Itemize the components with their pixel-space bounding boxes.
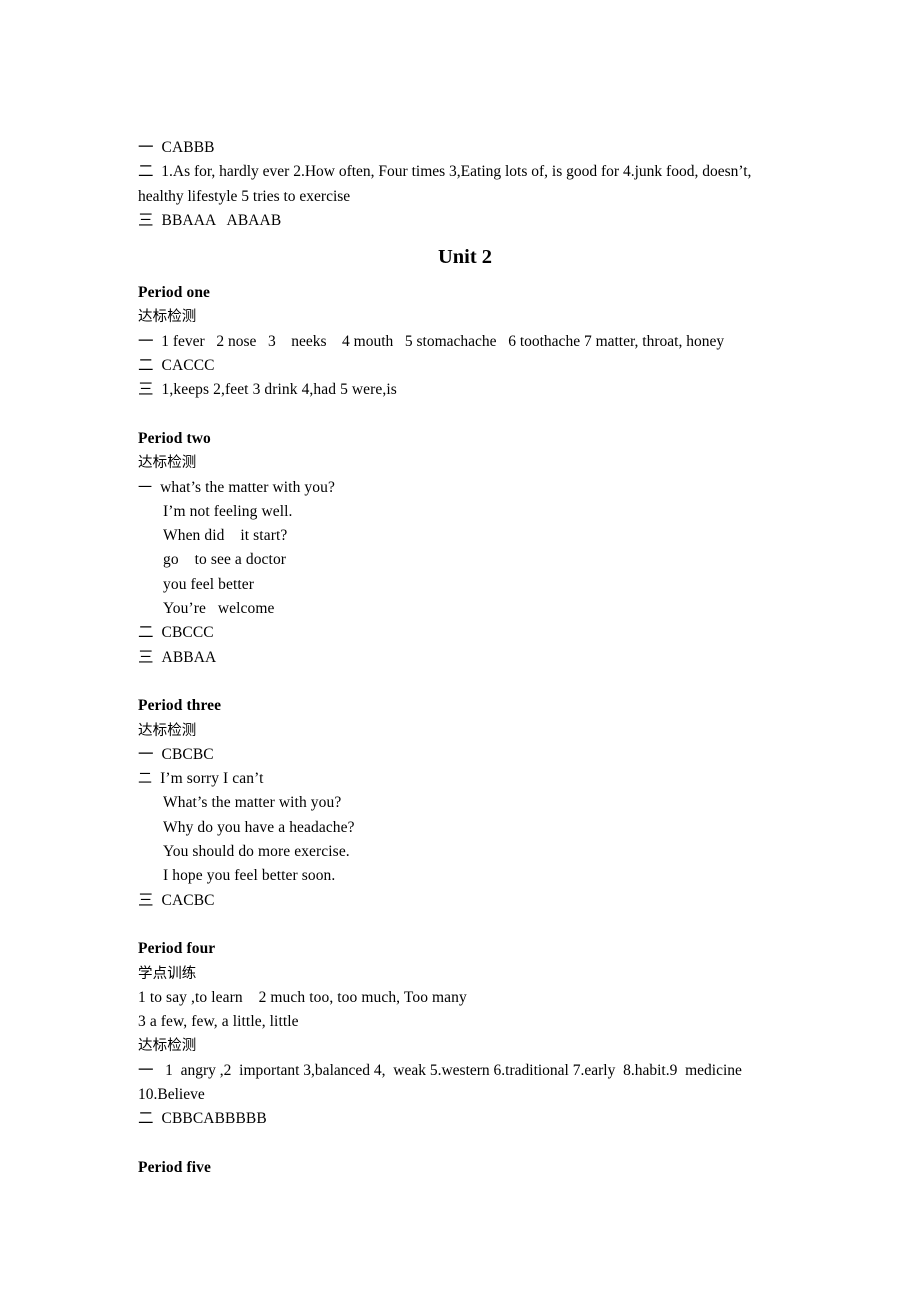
period-one-answer-line-3: 三 1,keeps 2,feet 3 drink 4,had 5 were,is (138, 381, 397, 399)
period-two-answer-line-4: go to see a doctor (163, 551, 287, 569)
period-two-answer-line-7: 二 CBCCC (138, 624, 214, 642)
period-one-subheading: 达标检测 (138, 309, 197, 326)
period-two-heading: Period two (138, 429, 211, 447)
page-title: Unit 2 (437, 246, 493, 269)
period-two-answer-line-5: you feel better (163, 575, 255, 593)
period-four-answer-line-2: 二 CBBCABBBBB (138, 1110, 267, 1128)
list-marker-two: 二 (138, 771, 153, 788)
document-content: 一 CABBB 二 1.As for, hardly ever 2.How of… (138, 136, 788, 1180)
period-three-heading: Period three (138, 697, 222, 715)
period-two-answer-line-8: 三 ABBAA (138, 648, 217, 666)
period-two-answer-line-1: 一 what’s the matter with you? (138, 476, 788, 500)
period-four-practice-line-2: 3 a few, few, a little, little (138, 1013, 299, 1031)
period-three-answer-line-4: Why do you have a headache? (163, 818, 355, 836)
period-three-answer-line-7: 三 CACBC (138, 891, 215, 909)
period-one-heading: Period one (138, 284, 211, 302)
period-four-subheading-a: 学点训练 (138, 965, 197, 982)
period-two-subheading: 达标检测 (138, 455, 197, 472)
period-two-answer-line-3: When did it start? (163, 527, 288, 545)
unit-one-answer-line-1: 一 CABBB (138, 139, 215, 156)
period-three-answer-line-2: 二 I’m sorry I can’t (138, 767, 788, 791)
period-one-answer-line-2: 二 CACCC (138, 357, 215, 375)
period-three-answer-line-5: You should do more exercise. (163, 843, 350, 861)
period-two-answer-0: what’s the matter with you? (160, 478, 335, 496)
period-four-practice-line-1: 1 to say ,to learn 2 much too, too much,… (138, 988, 467, 1006)
period-four-subheading-b: 达标检测 (138, 1038, 197, 1055)
period-four-answer-line-1: 一 1 angry ,2 important 3,balanced 4, wea… (138, 1061, 746, 1103)
period-four-heading: Period four (138, 940, 216, 958)
period-three-answer-line-3: What’s the matter with you? (163, 794, 342, 812)
unit-one-answer-line-3: 三 BBAAA ABAAB (138, 211, 282, 229)
period-three-answer-0: I’m sorry I can’t (160, 770, 264, 788)
list-marker-one: 一 (138, 479, 153, 496)
document-page: 一 CABBB 二 1.As for, hardly ever 2.How of… (0, 0, 920, 1302)
period-three-answer-line-6: I hope you feel better soon. (163, 867, 336, 885)
unit-one-answer-line-2: 二 1.As for, hardly ever 2.How often, Fou… (138, 163, 756, 205)
period-two-answer-line-6: You’re welcome (163, 600, 275, 618)
period-two-answer-line-2: I’m not feeling well. (163, 502, 293, 520)
period-three-subheading: 达标检测 (138, 722, 197, 739)
period-one-answer-line-1: 一 1 fever 2 nose 3 neeks 4 mouth 5 stoma… (138, 332, 725, 350)
period-five-heading: Period five (138, 1158, 211, 1176)
period-three-answer-line-1: 一 CBCBC (138, 745, 214, 763)
